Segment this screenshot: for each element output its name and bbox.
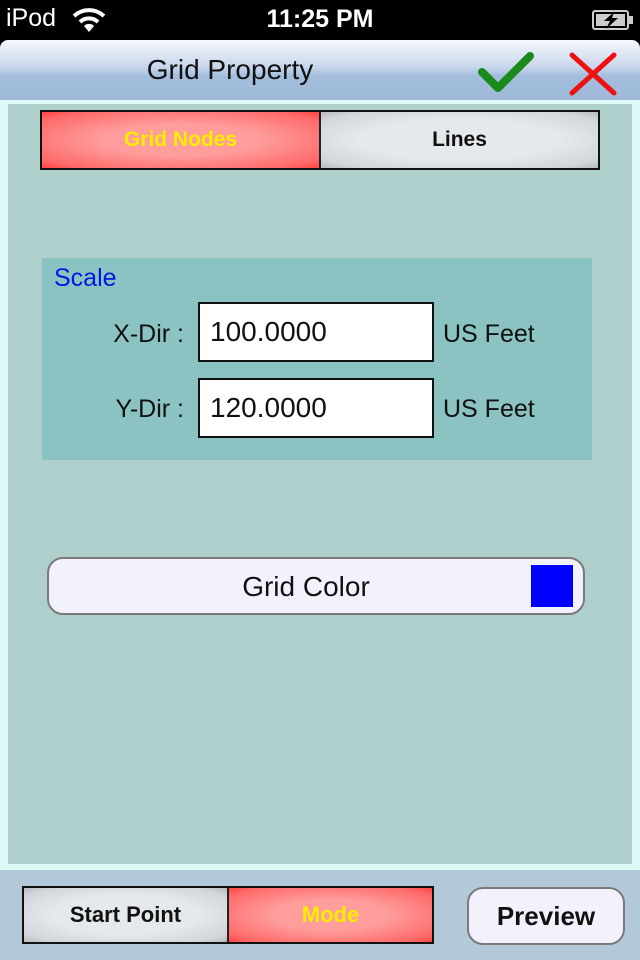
segment-grid-nodes[interactable]: Grid Nodes [42,112,319,168]
grid-color-button[interactable]: Grid Color [47,557,585,615]
bottom-segmented-control: Start Point Mode [22,886,434,944]
close-x-icon[interactable] [568,52,618,96]
scale-heading: Scale [54,264,117,292]
clock-label: 11:25 PM [266,5,374,33]
page-title: Grid Property [146,54,314,85]
x-dir-input[interactable] [198,302,434,362]
y-dir-label: Y-Dir : [115,395,184,423]
content-frame: Grid Nodes Lines Scale X-Dir : US Feet Y… [0,100,640,870]
y-dir-unit: US Feet [443,395,535,423]
checkmark-icon[interactable] [478,52,534,94]
mode-segmented-control: Grid Nodes Lines [40,110,600,170]
x-dir-unit: US Feet [443,320,535,348]
battery-charging-icon [592,10,633,30]
content-area: Grid Nodes Lines Scale X-Dir : US Feet Y… [8,104,632,864]
navigation-bar: Grid Property [0,40,640,100]
x-dir-label: X-Dir : [113,320,184,348]
grid-color-label: Grid Color [242,571,370,602]
bottom-toolbar: Start Point Mode Preview [0,870,640,960]
y-dir-input[interactable] [198,378,434,438]
grid-color-swatch [531,565,573,607]
preview-button[interactable]: Preview [467,887,625,945]
status-bar: iPod 11:25 PM [0,0,640,40]
segment-start-point[interactable]: Start Point [24,888,227,942]
segment-lines[interactable]: Lines [319,112,598,168]
segment-mode[interactable]: Mode [227,888,432,942]
scale-panel: Scale X-Dir : US Feet Y-Dir : US Feet [42,258,592,460]
